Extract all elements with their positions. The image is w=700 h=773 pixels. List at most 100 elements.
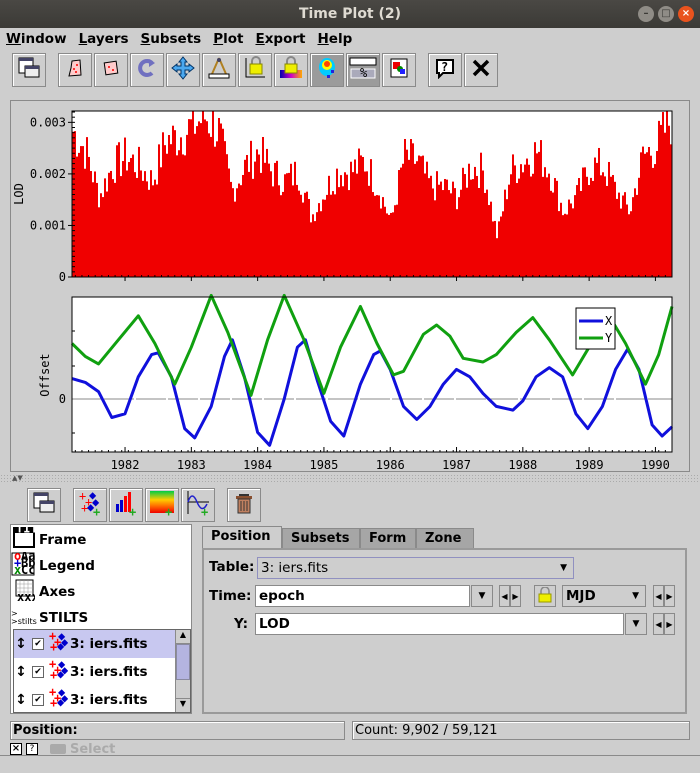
help-button[interactable]: ?	[428, 53, 462, 87]
time-series-icon: + + + ◆ ◆ ◆	[48, 685, 70, 712]
scroll-up-button[interactable]: ▲	[176, 630, 190, 644]
time-unit-stepper[interactable]: ◀ ▶	[653, 585, 675, 607]
floating-window-button[interactable]	[12, 53, 46, 87]
lod-bar	[176, 155, 178, 277]
plot-layer-item[interactable]: ↕ ✔ + + + ◆ ◆ ◆ 3: iers.fits	[14, 657, 176, 686]
lod-bar	[368, 185, 370, 277]
clear-checkbox-icon[interactable]: ×	[10, 743, 22, 755]
lod-bar	[532, 173, 534, 277]
menu-window[interactable]: Window	[6, 28, 67, 50]
menu-export[interactable]: Export	[255, 28, 305, 50]
lod-bar	[592, 180, 594, 277]
y-input[interactable]: LOD	[255, 613, 624, 635]
split-pane-divider[interactable]: ▲▼	[0, 474, 700, 482]
delete-layer-button[interactable]	[227, 488, 261, 522]
y-column-stepper[interactable]: ◀ ▶	[653, 613, 675, 635]
replot-button[interactable]	[130, 53, 164, 87]
layer-item-frame[interactable]: TITLEFrame	[11, 522, 86, 553]
help-checkbox-icon[interactable]: ?	[26, 743, 38, 755]
add-time-series-button[interactable]: + + + ◆ ◆ ◆ +	[73, 488, 107, 522]
close-plot-button[interactable]	[464, 53, 498, 87]
menu-layers[interactable]: Layers	[79, 28, 129, 50]
lod-bar	[646, 152, 648, 277]
lod-bar	[512, 154, 514, 277]
axis-lock-button[interactable]	[238, 53, 272, 87]
layer-item-legend[interactable]: o + x Aa Bb Cc Legend	[11, 549, 95, 579]
lod-bar	[246, 154, 248, 277]
plot-area[interactable]: 0 0.001 0.002 0.003 LOD 1982 1983 1984 1985 1986 1…	[10, 100, 690, 472]
table-select[interactable]: 3: iers.fits ▼	[257, 557, 574, 579]
time-dropdown-button[interactable]: ▼	[471, 585, 493, 607]
lod-bar	[540, 140, 542, 277]
layer-item-stilts[interactable]: > >stilts STILTS	[11, 605, 88, 631]
tab-subsets[interactable]: Subsets	[282, 528, 360, 548]
add-function-button[interactable]: +	[181, 488, 215, 522]
lod-bar	[444, 178, 446, 277]
plot-layer-item[interactable]: ↕ ✔ + + + ◆ ◆ ◆ 3: iers.fits	[14, 629, 176, 658]
y-dropdown-button[interactable]: ▼	[625, 613, 647, 635]
next-column-icon[interactable]: ▶	[664, 613, 675, 635]
tab-form[interactable]: Form	[360, 528, 416, 548]
layer-list-scrollbar[interactable]: ▲ ▼	[175, 630, 190, 712]
draw-polygon-button[interactable]	[94, 53, 128, 87]
scroll-track[interactable]	[176, 680, 190, 696]
draw-blob-button[interactable]	[58, 53, 92, 87]
lod-bar	[164, 145, 166, 277]
drag-handle-icon[interactable]: ↕	[14, 636, 28, 652]
time-lock-button[interactable]	[534, 585, 556, 607]
layer-item-axes[interactable]: xxxAxes	[11, 579, 75, 605]
menu-help[interactable]: Help	[317, 28, 352, 50]
tab-zone[interactable]: Zone	[416, 528, 474, 548]
lod-bar	[240, 185, 242, 277]
next-column-icon[interactable]: ▶	[510, 585, 521, 607]
drag-handle-icon[interactable]: ↕	[14, 692, 28, 708]
lod-bar	[128, 162, 130, 277]
lod-bar	[626, 204, 628, 277]
lod-bar	[394, 205, 396, 277]
add-histogram-button[interactable]: +	[109, 488, 143, 522]
measure-button[interactable]	[202, 53, 236, 87]
lod-bar	[412, 143, 414, 277]
prev-column-icon[interactable]: ◀	[499, 585, 510, 607]
lod-bar	[210, 136, 212, 277]
progress-button[interactable]: %	[346, 53, 380, 87]
lod-bar	[452, 181, 454, 277]
aux-lock-button[interactable]	[274, 53, 308, 87]
layer-visible-checkbox[interactable]: ✔	[32, 694, 44, 706]
menu-mnemonic: P	[213, 31, 224, 47]
menu-plot[interactable]: Plot	[213, 28, 243, 50]
menu-subsets[interactable]: Subsets	[141, 28, 202, 50]
minimize-button[interactable]: –	[638, 6, 654, 22]
xtick-label: 1990	[641, 458, 670, 472]
layer-visible-checkbox[interactable]: ✔	[32, 638, 44, 650]
time-column-stepper[interactable]: ◀ ▶	[499, 585, 521, 607]
lod-bar	[146, 181, 148, 277]
time-unit-select[interactable]: MJD ▼	[562, 585, 646, 607]
scroll-down-button[interactable]: ▼	[176, 698, 190, 712]
lod-bar	[630, 211, 632, 277]
floating-controls-button[interactable]	[27, 488, 61, 522]
navigation-button[interactable]	[166, 53, 200, 87]
tab-position[interactable]: Position	[202, 526, 282, 548]
maximize-button[interactable]: □	[658, 6, 674, 22]
prev-column-icon[interactable]: ◀	[653, 613, 664, 635]
lod-bar	[138, 146, 140, 277]
density-sketch-button[interactable]	[310, 53, 344, 87]
time-plot-canvas[interactable]: 0 0.001 0.002 0.003 LOD 1982 1983 1984 1985 1986 1…	[11, 101, 691, 473]
lod-bar	[346, 174, 348, 277]
lod-bar	[470, 179, 472, 277]
layer-visible-checkbox[interactable]: ✔	[32, 666, 44, 678]
add-spectrogram-button[interactable]: +	[145, 488, 179, 522]
prev-unit-icon[interactable]: ◀	[653, 585, 664, 607]
close-window-button[interactable]: ×	[678, 6, 694, 22]
collapse-up-icon[interactable]: ▲▼	[12, 474, 23, 482]
lod-bar	[334, 194, 336, 277]
scroll-thumb[interactable]	[176, 644, 190, 680]
legend-export-button[interactable]	[382, 53, 416, 87]
drag-handle-icon[interactable]: ↕	[14, 664, 28, 680]
lod-bar	[632, 197, 634, 277]
time-input[interactable]: epoch	[255, 585, 470, 607]
plot-layer-item[interactable]: ↕ ✔ + + + ◆ ◆ ◆ 3: iers.fits	[14, 685, 176, 714]
next-unit-icon[interactable]: ▶	[664, 585, 675, 607]
lod-bar	[376, 195, 378, 277]
